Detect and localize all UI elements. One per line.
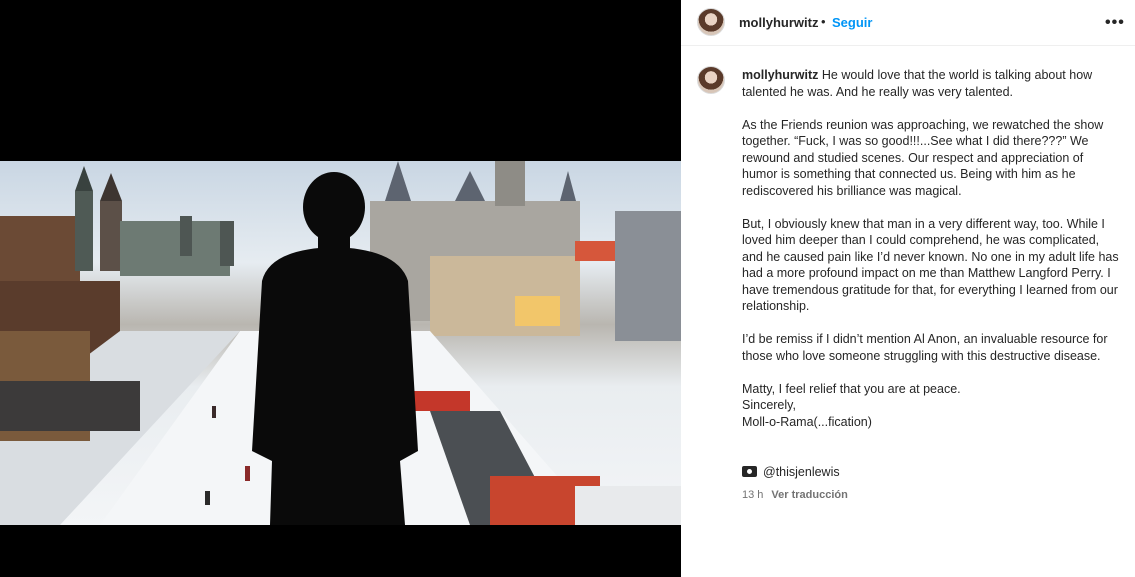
caption-username[interactable]: mollyhurwitz <box>742 68 818 82</box>
more-horizontal-icon[interactable]: ••• <box>1105 14 1125 32</box>
timestamp: 13 h <box>742 489 764 501</box>
credit-handle[interactable]: @thisjenlewis <box>763 465 840 479</box>
closing-line: Sincerely, <box>742 398 796 412</box>
photo-credit: @thisjenlewis <box>742 465 840 479</box>
closing-line: Moll-o-Rama(...fication) <box>742 414 872 429</box>
caption-paragraph: As the Friends reunion was approaching, … <box>742 117 1104 198</box>
camera-icon <box>742 466 757 477</box>
caption-paragraph: mollyhurwitz He would love that the worl… <box>742 67 1120 100</box>
see-translation-link[interactable]: Ver traducción <box>771 489 847 501</box>
follow-button[interactable]: Seguir <box>832 15 872 30</box>
post-photo <box>0 161 681 525</box>
caption-paragraph: But, I obviously knew that man in a very… <box>742 216 1119 314</box>
caption-closing: Matty, I feel relief that you are at pea… <box>742 381 1120 431</box>
header-username[interactable]: mollyhurwitz <box>739 15 818 30</box>
post-header: mollyhurwitz • Seguir ••• <box>681 0 1135 46</box>
caption-paragraph: I’d be remiss if I didn’t mention Al Ano… <box>742 332 1108 363</box>
separator-dot: • <box>821 14 826 29</box>
caption-avatar[interactable] <box>697 66 725 94</box>
post-media <box>0 0 681 577</box>
post-caption: mollyhurwitz He would love that the worl… <box>742 67 1120 430</box>
city-silhouette-image <box>0 161 681 525</box>
avatar[interactable] <box>697 8 725 36</box>
post-meta: 13 h Ver traducción <box>742 489 848 501</box>
closing-line: Matty, I feel relief that you are at pea… <box>742 381 961 396</box>
post-sidebar: mollyhurwitz • Seguir ••• mollyhurwitz H… <box>681 0 1135 577</box>
